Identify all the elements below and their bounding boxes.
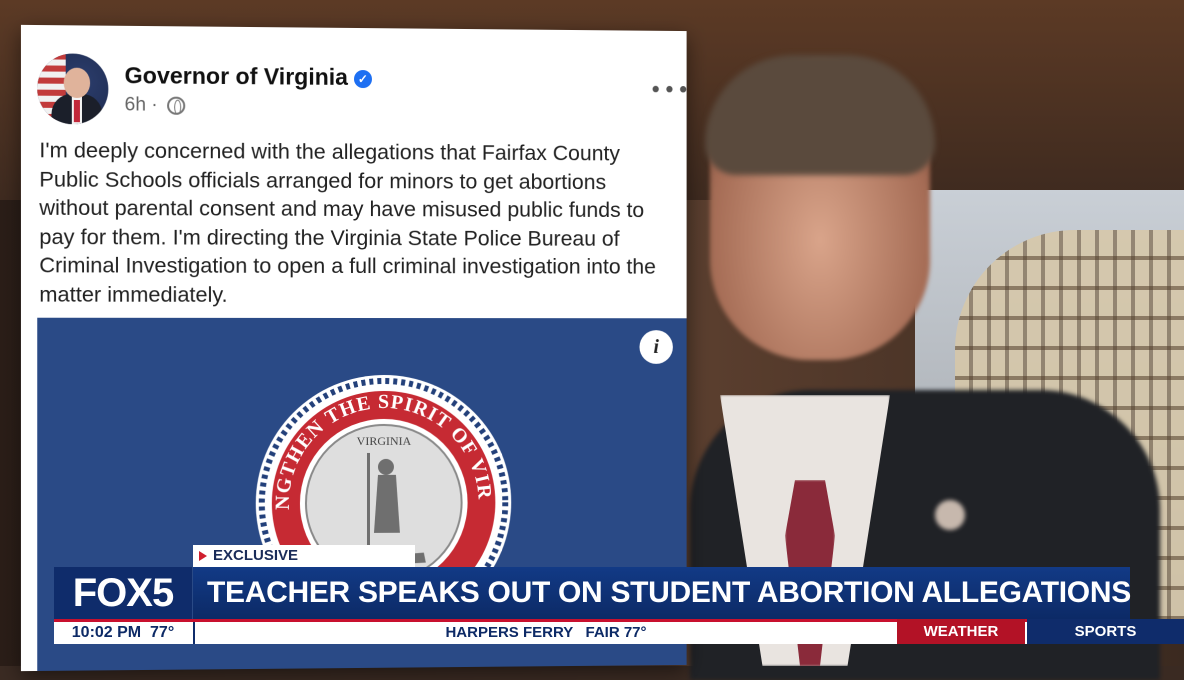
clock-temperature: 77° <box>150 624 175 641</box>
avatar-face <box>63 67 91 99</box>
verified-badge-icon: ✓ <box>353 69 372 89</box>
play-triangle-icon <box>199 550 207 561</box>
avatar-tie <box>73 99 80 123</box>
weather-tab: WEATHER <box>897 619 1025 644</box>
speaker-hair <box>705 55 935 175</box>
exclusive-tag: EXCLUSIVE <box>193 545 415 567</box>
post-author-name[interactable]: Governor of Virginia <box>125 62 348 90</box>
more-options-icon[interactable]: ••• <box>649 78 690 103</box>
clock-time: 10:02 PM <box>71 624 142 641</box>
post-time[interactable]: 6h <box>125 94 146 115</box>
exclusive-label: EXCLUSIVE <box>213 547 299 564</box>
info-icon[interactable]: i <box>639 330 673 364</box>
post-meta: 6h · <box>125 94 186 117</box>
meta-separator: · <box>151 94 158 116</box>
post-text: I'm deeply concerned with the allegation… <box>39 138 656 307</box>
seal-inner-text: VIRGINIA <box>357 434 412 448</box>
fox5-logo: FOX5 <box>54 567 192 619</box>
globe-icon <box>167 96 186 115</box>
ticker-divider <box>193 622 195 644</box>
clock-temp: 10:02 PM 77° <box>54 622 192 644</box>
profile-avatar[interactable] <box>37 53 109 125</box>
ticker-crawl: HARPERS FERRY FAIR 77° <box>445 624 647 641</box>
post-author[interactable]: Governor of Virginia ✓ <box>125 62 372 91</box>
lapel-pin <box>935 500 965 530</box>
sports-tab: SPORTS <box>1027 619 1184 644</box>
chyron-headline: TEACHER SPEAKS OUT ON STUDENT ABORTION A… <box>193 567 1131 619</box>
